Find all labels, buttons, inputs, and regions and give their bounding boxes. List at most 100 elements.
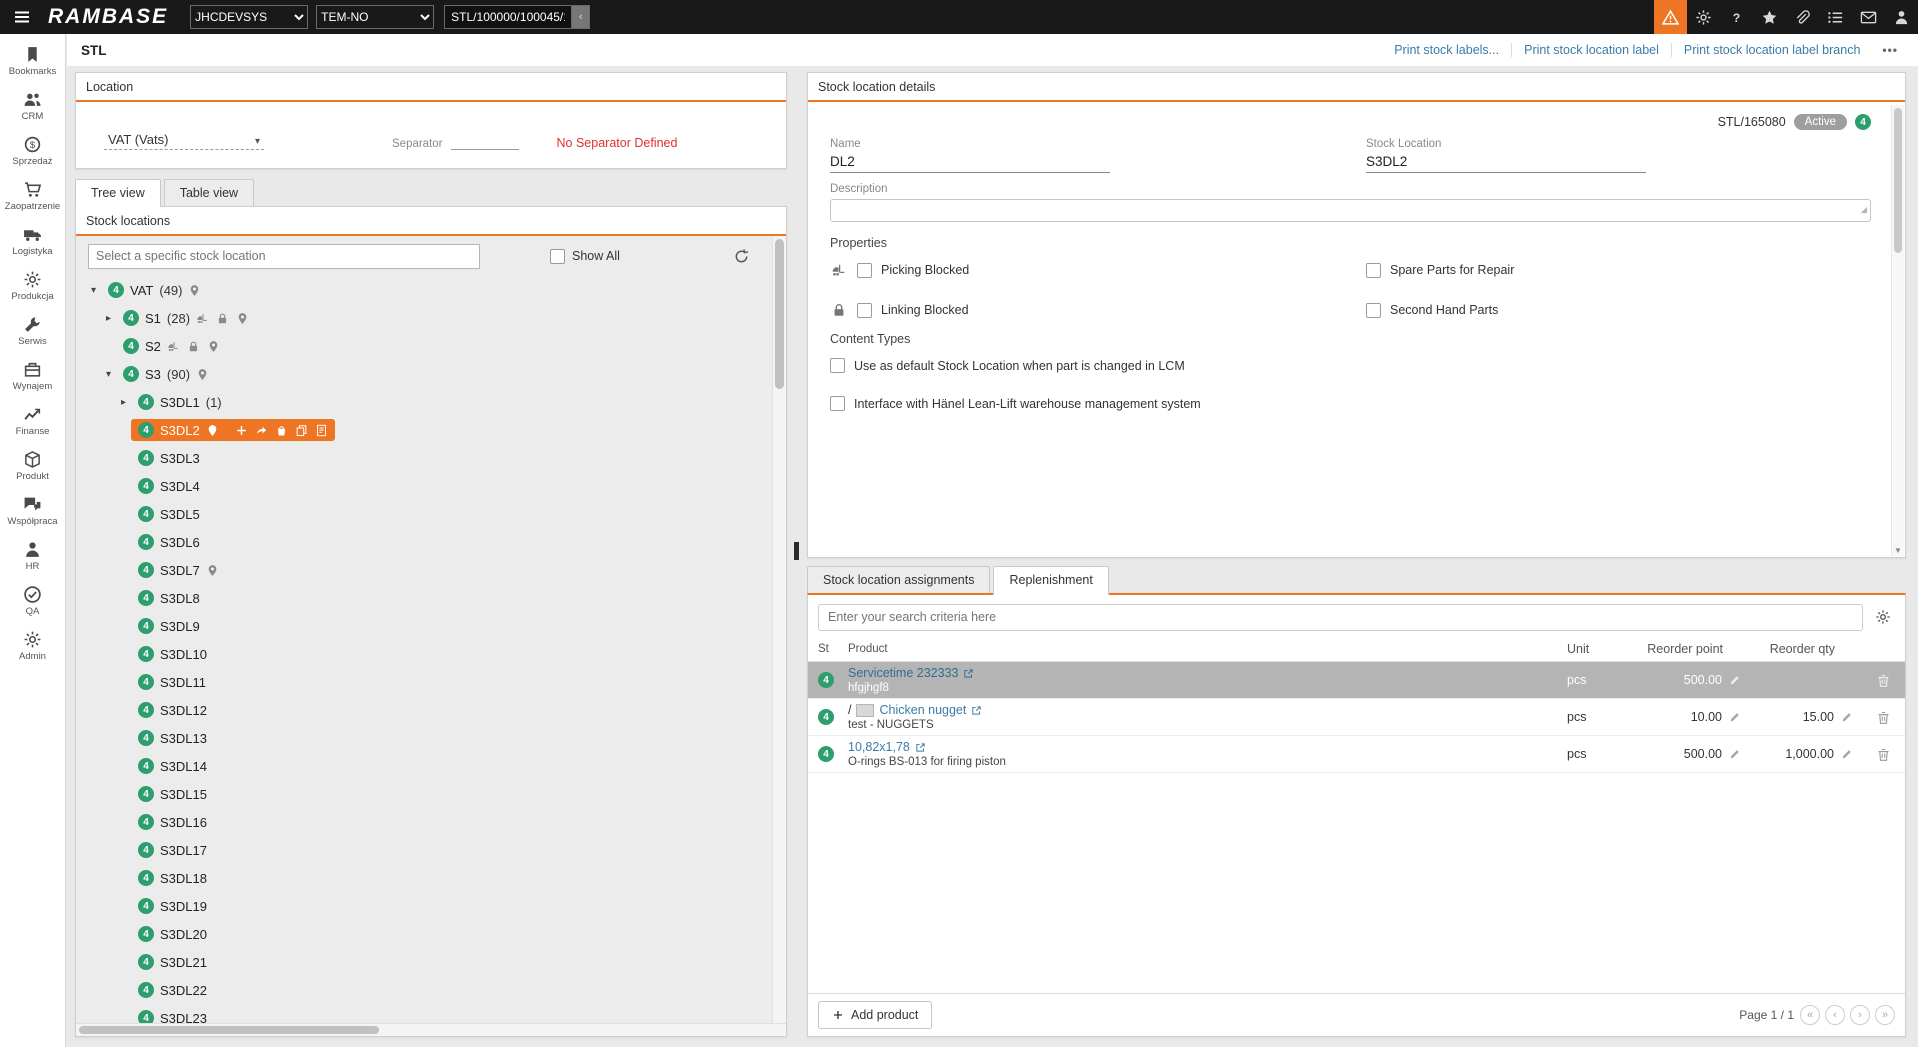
description-input[interactable] — [830, 199, 1871, 222]
tree-item-s3dl8[interactable]: 4 S3DL8 — [76, 584, 770, 612]
tree-item-s3dl6[interactable]: 4 S3DL6 — [76, 528, 770, 556]
tree-item-s3dl11[interactable]: 4 S3DL11 — [76, 668, 770, 696]
stock-location-search-input[interactable] — [88, 244, 480, 269]
table-row-10-82x1-78[interactable]: 4 10,82x1,78 O-rings BS-013 for firing p… — [808, 736, 1905, 773]
sidebar-item-finanse[interactable]: Finanse — [0, 398, 65, 443]
expand-arrow-icon[interactable]: ▸ — [116, 397, 131, 408]
prev-page-button[interactable]: ‹ — [1825, 1005, 1845, 1025]
sidebar-item-qa[interactable]: QA — [0, 578, 65, 623]
tree-item-s3dl20[interactable]: 4 S3DL20 — [76, 920, 770, 948]
lock-icon[interactable] — [216, 312, 229, 325]
tree-item-s3dl3[interactable]: 4 S3DL3 — [76, 444, 770, 472]
property-checkbox-input[interactable] — [1366, 303, 1381, 318]
table-row-chicken-nugget[interactable]: 4 / Chicken nugget test - NUGGETS — [808, 699, 1905, 736]
property-checkbox-picking-blocked[interactable]: Picking Blocked — [830, 262, 1366, 278]
sidebar-item-produkcja[interactable]: Produkcja — [0, 263, 65, 308]
content-type-checkbox-input[interactable] — [830, 396, 845, 411]
sidebar-item-wynajem[interactable]: Wynajem — [0, 353, 65, 398]
location-pin-icon[interactable] — [206, 424, 219, 437]
sidebar-item-bookmarks[interactable]: Bookmarks — [0, 38, 65, 83]
property-checkbox-input[interactable] — [1366, 263, 1381, 278]
show-all-checkbox[interactable] — [550, 249, 565, 264]
scrollbar-thumb[interactable] — [79, 1026, 379, 1034]
product-link[interactable]: 10,82x1,78 — [848, 740, 1567, 754]
sidebar-item-crm[interactable]: CRM — [0, 83, 65, 128]
sidebar-item-wsp-praca[interactable]: Współpraca — [0, 488, 65, 533]
favorites-button[interactable] — [1753, 0, 1786, 34]
property-checkbox-spare-parts-for-repair[interactable]: Spare Parts for Repair — [1366, 262, 1871, 278]
tree-item-s3dl15[interactable]: 4 S3DL15 — [76, 780, 770, 808]
copy-icon[interactable] — [295, 424, 308, 437]
sidebar-item-hr[interactable]: HR — [0, 533, 65, 578]
settings-button[interactable] — [1687, 0, 1720, 34]
edit-reorder-qty-icon[interactable] — [1841, 711, 1853, 723]
tree-item-s3dl22[interactable]: 4 S3DL22 — [76, 976, 770, 1004]
scroll-down-arrow-icon[interactable]: ▼ — [1892, 546, 1904, 555]
product-link[interactable]: Servicetime 232333 — [848, 666, 1567, 680]
sidebar-item-zaopatrzenie[interactable]: Zaopatrzenie — [0, 173, 65, 218]
tree-item-s3dl7[interactable]: 4 S3DL7 — [76, 556, 770, 584]
tab-stock-location-assignments[interactable]: Stock location assignments — [807, 566, 990, 593]
content-type-checkbox-interface-with-h-nel-lean-lift-warehouse-management-system[interactable]: Interface with Hänel Lean-Lift warehouse… — [830, 396, 1871, 414]
location-pin-icon[interactable] — [236, 312, 249, 325]
delete-row-icon[interactable] — [1876, 710, 1891, 725]
table-settings-button[interactable] — [1869, 603, 1897, 631]
name-value[interactable]: DL2 — [830, 154, 1110, 173]
tree-item-s3dl10[interactable]: 4 S3DL10 — [76, 640, 770, 668]
tab-replenishment[interactable]: Replenishment — [993, 566, 1108, 595]
stock-location-value[interactable]: S3DL2 — [1366, 154, 1646, 173]
tree-item-s3dl5[interactable]: 4 S3DL5 — [76, 500, 770, 528]
details-vertical-scrollbar[interactable]: ▼ — [1891, 105, 1904, 556]
print-link-print-stock-location-label-branch[interactable]: Print stock location label branch — [1672, 43, 1872, 57]
first-page-button[interactable]: « — [1800, 1005, 1820, 1025]
table-row-servicetime-232333[interactable]: 4 Servicetime 232333 hfgjhgf8 p — [808, 662, 1905, 699]
lock-icon[interactable] — [187, 340, 200, 353]
target-collapse-button[interactable]: ‹ — [572, 5, 590, 29]
sidebar-item-sprzeda[interactable]: $ Sprzedaż — [0, 128, 65, 173]
tree-item-s1[interactable]: ▸ 4 S1 (28) — [76, 304, 770, 332]
tree-item-vat[interactable]: ▾ 4 VAT (49) — [76, 276, 770, 304]
tree-item-s3dl13[interactable]: 4 S3DL13 — [76, 724, 770, 752]
location-type-select[interactable]: VAT (Vats) ▾ — [104, 130, 264, 150]
location-pin-icon[interactable] — [188, 284, 201, 297]
location-pin-icon[interactable] — [207, 340, 220, 353]
expand-arrow-icon[interactable]: ▸ — [101, 313, 116, 324]
refresh-button[interactable] — [733, 248, 750, 265]
more-options-button[interactable]: ••• — [1882, 43, 1898, 57]
help-button[interactable]: ? — [1720, 0, 1753, 34]
forklift-icon[interactable] — [196, 312, 209, 325]
company-select[interactable]: TEM-NO — [316, 5, 434, 29]
content-type-checkbox-input[interactable] — [830, 358, 845, 373]
scrollbar-thumb[interactable] — [1894, 108, 1902, 253]
delete-row-icon[interactable] — [1876, 747, 1891, 762]
scrollbar-thumb[interactable] — [775, 239, 784, 389]
print-link-print-stock-labels[interactable]: Print stock labels... — [1382, 43, 1512, 57]
tree-item-s3dl4[interactable]: 4 S3DL4 — [76, 472, 770, 500]
expand-arrow-icon[interactable]: ▾ — [86, 285, 101, 296]
plus-icon[interactable] — [235, 424, 248, 437]
tree-item-s3dl23[interactable]: 4 S3DL23 — [76, 1004, 770, 1023]
tree-item-s3dl17[interactable]: 4 S3DL17 — [76, 836, 770, 864]
tree-item-s3dl1[interactable]: ▸ 4 S3DL1 (1) — [76, 388, 770, 416]
property-checkbox-input[interactable] — [857, 263, 872, 278]
user-button[interactable] — [1885, 0, 1918, 34]
sidebar-item-admin[interactable]: Admin — [0, 623, 65, 668]
show-all-toggle[interactable]: Show All — [550, 249, 620, 264]
separator-input[interactable] — [451, 132, 519, 150]
expand-arrow-icon[interactable]: ▾ — [101, 369, 116, 380]
sidebar-item-logistyka[interactable]: Logistyka — [0, 218, 65, 263]
tree-item-s3dl18[interactable]: 4 S3DL18 — [76, 864, 770, 892]
property-checkbox-input[interactable] — [857, 303, 872, 318]
menu-button[interactable] — [0, 0, 44, 34]
forklift-icon[interactable] — [167, 340, 180, 353]
target-input[interactable] — [444, 5, 572, 29]
tree-vertical-scrollbar[interactable] — [772, 236, 786, 1023]
content-type-checkbox-use-as-default-stock-location-when-part-is-changed-in-lcm[interactable]: Use as default Stock Location when part … — [830, 358, 1871, 376]
bag-icon[interactable] — [275, 424, 288, 437]
tree-item-s2[interactable]: 4 S2 — [76, 332, 770, 360]
replenishment-search-input[interactable] — [818, 604, 1863, 631]
location-pin-icon[interactable] — [206, 564, 219, 577]
tree-horizontal-scrollbar[interactable] — [76, 1023, 786, 1036]
edit-reorder-point-icon[interactable] — [1729, 674, 1741, 686]
next-page-button[interactable]: › — [1850, 1005, 1870, 1025]
